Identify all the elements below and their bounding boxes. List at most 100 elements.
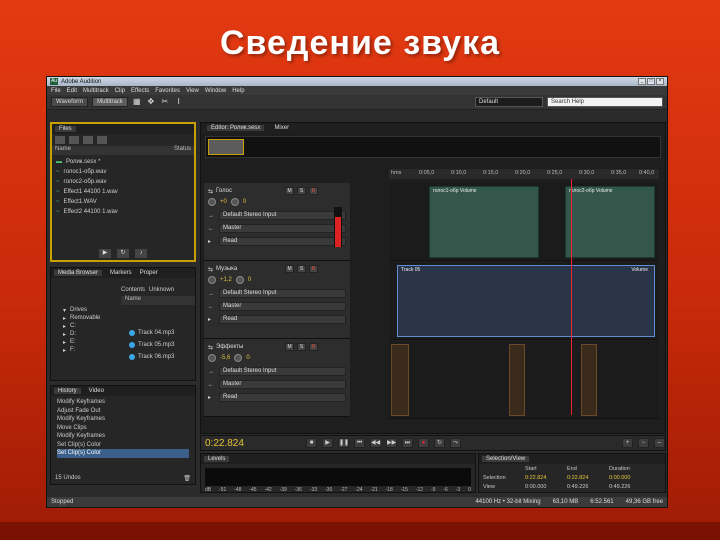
- overview-viewport[interactable]: [208, 139, 244, 155]
- zoom-in-icon[interactable]: +: [622, 438, 633, 448]
- list-item[interactable]: ~ Effect2 44100 1.wav: [56, 207, 190, 217]
- solo-button[interactable]: S: [297, 187, 307, 195]
- list-item[interactable]: Set Clip(s) Color: [57, 449, 189, 458]
- tab-media-browser[interactable]: Media Browser: [54, 270, 103, 276]
- list-item[interactable]: Modify Keyframes: [57, 415, 189, 424]
- timeline-ruler[interactable]: hms 0:05,0 0:10,0 0:15,0 0:20,0 0:25,0 0…: [389, 169, 659, 179]
- rewind-icon[interactable]: ◀◀: [370, 438, 381, 448]
- mute-button[interactable]: M: [285, 187, 295, 195]
- input-select[interactable]: Default Stereo Input: [219, 211, 346, 220]
- lane-effects[interactable]: [389, 341, 659, 419]
- menu-edit[interactable]: Edit: [67, 88, 77, 94]
- loop-icon[interactable]: ↻: [434, 438, 445, 448]
- go-end-icon[interactable]: ⏭: [402, 438, 413, 448]
- mute-button[interactable]: M: [285, 343, 295, 351]
- solo-button[interactable]: S: [297, 265, 307, 273]
- clip-voice-1[interactable]: голос1-обр Volume: [429, 186, 539, 258]
- zoom-full-icon[interactable]: ⇔: [654, 438, 665, 448]
- stop-icon[interactable]: ■: [306, 438, 317, 448]
- trash-icon[interactable]: 🗑: [183, 475, 191, 482]
- list-item[interactable]: Track 05.mp3: [121, 339, 195, 351]
- tab-mixer[interactable]: Mixer: [274, 125, 289, 131]
- maximize-icon[interactable]: □: [647, 78, 655, 85]
- pan-knob[interactable]: [230, 198, 239, 206]
- list-item[interactable]: Adjust Fade Out: [57, 407, 189, 416]
- list-item[interactable]: Move Clips: [57, 424, 189, 433]
- clip-voice-2[interactable]: голос2-обр Volume: [565, 186, 655, 258]
- list-item[interactable]: Modify Keyframes: [57, 432, 189, 441]
- tree-item[interactable]: ▸ D:: [57, 330, 115, 338]
- tab-video[interactable]: Video: [89, 388, 104, 394]
- pan-knob[interactable]: [234, 354, 243, 362]
- record-button[interactable]: R: [309, 343, 319, 351]
- list-item[interactable]: Modify Keyframes: [57, 398, 189, 407]
- forward-icon[interactable]: ▶▶: [386, 438, 397, 448]
- clip-effect-1[interactable]: [391, 344, 409, 416]
- col-status[interactable]: Status: [174, 146, 191, 155]
- loop-icon[interactable]: ↻: [117, 249, 129, 258]
- input-select[interactable]: Default Stereo Input: [219, 367, 346, 376]
- list-item[interactable]: ~ Effect1 44100 1.wav: [56, 187, 190, 197]
- tab-selection-view[interactable]: Selection/View: [482, 456, 530, 462]
- spectral-icon[interactable]: ▦: [132, 97, 142, 107]
- automation-mode-select[interactable]: Read: [219, 237, 346, 246]
- lane-voice[interactable]: голос1-обр Volume голос2-обр Volume: [389, 183, 659, 261]
- contents-label[interactable]: Contents: [121, 287, 145, 293]
- pan-knob[interactable]: [235, 276, 244, 284]
- tree-item[interactable]: ▸ Removable: [57, 314, 115, 322]
- menu-multitrack[interactable]: Multitrack: [83, 88, 109, 94]
- tree-item[interactable]: ▸ F:: [57, 346, 115, 354]
- multitrack-button[interactable]: Multitrack: [92, 97, 128, 107]
- volume-value[interactable]: +0: [220, 199, 227, 205]
- unknown-label[interactable]: Unknown: [149, 287, 174, 293]
- tree-item[interactable]: ▸ E:: [57, 338, 115, 346]
- list-item[interactable]: ~ голос2-обр.wav: [56, 177, 190, 187]
- volume-icon[interactable]: ♪: [135, 249, 147, 258]
- menu-help[interactable]: Help: [232, 88, 244, 94]
- razor-tool-icon[interactable]: ✂: [160, 97, 170, 107]
- menu-effects[interactable]: Effects: [131, 88, 149, 94]
- timecode-display[interactable]: 0:22.824: [205, 438, 301, 449]
- input-select[interactable]: Default Stereo Input: [219, 289, 346, 298]
- pause-icon[interactable]: ❚❚: [338, 438, 349, 448]
- play-icon[interactable]: ▶: [99, 249, 111, 258]
- search-icon[interactable]: [97, 136, 107, 144]
- record-button[interactable]: R: [309, 265, 319, 273]
- list-item[interactable]: Track 04.mp3: [121, 327, 195, 339]
- volume-knob[interactable]: [208, 276, 216, 284]
- col-name[interactable]: Name: [55, 146, 71, 155]
- close-icon[interactable]: ×: [656, 78, 664, 85]
- tab-editor[interactable]: Editor: Ролик.sesx: [207, 125, 265, 131]
- menu-file[interactable]: File: [51, 88, 61, 94]
- automation-mode-select[interactable]: Read: [219, 315, 346, 324]
- menu-view[interactable]: View: [186, 88, 199, 94]
- session-overview[interactable]: [205, 136, 661, 158]
- track-name[interactable]: Голос: [216, 188, 282, 194]
- move-tool-icon[interactable]: ✥: [146, 97, 156, 107]
- record-button[interactable]: R: [309, 187, 319, 195]
- zoom-out-icon[interactable]: −: [638, 438, 649, 448]
- workspace-dropdown[interactable]: Default: [475, 97, 543, 107]
- tree-item[interactable]: ▾ Drives: [57, 306, 115, 314]
- menu-clip[interactable]: Clip: [115, 88, 125, 94]
- skip-icon[interactable]: ⤳: [450, 438, 461, 448]
- track-name[interactable]: Эффекты: [216, 344, 282, 350]
- automation-mode-select[interactable]: Read: [219, 393, 346, 402]
- minimize-icon[interactable]: _: [638, 78, 646, 85]
- tab-properties[interactable]: Proper: [140, 270, 158, 276]
- list-item[interactable]: Set Clip(s) Color: [57, 441, 189, 450]
- open-file-icon[interactable]: [69, 136, 79, 144]
- search-help-input[interactable]: Search Help: [547, 97, 663, 107]
- volume-knob[interactable]: [208, 198, 216, 206]
- tab-markers[interactable]: Markers: [110, 270, 132, 276]
- new-file-icon[interactable]: [55, 136, 65, 144]
- menu-window[interactable]: Window: [205, 88, 226, 94]
- go-start-icon[interactable]: ⏮: [354, 438, 365, 448]
- pan-value[interactable]: 0: [246, 355, 249, 361]
- list-item[interactable]: ~ голос1-обр.wav: [56, 167, 190, 177]
- pan-value[interactable]: 0: [248, 277, 251, 283]
- solo-button[interactable]: S: [297, 343, 307, 351]
- list-item[interactable]: Track 06.mp3: [121, 351, 195, 363]
- output-select[interactable]: Master: [219, 302, 346, 311]
- output-select[interactable]: Master: [219, 224, 346, 233]
